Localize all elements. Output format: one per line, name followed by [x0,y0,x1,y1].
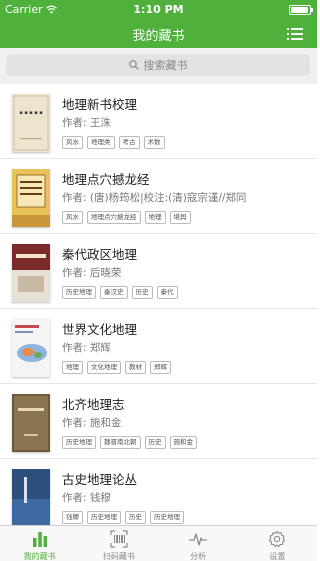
book-tag[interactable]: 文化地理 [87,361,121,374]
tab-settings[interactable]: 设置 [238,526,317,561]
page-title: 我的藏书 [132,29,185,44]
pulse-icon [189,533,208,546]
book-cover [12,319,50,377]
book-tag[interactable]: 秦代 [156,286,178,299]
book-tags: 风水 地理点穴撼龙经 地理 堪舆 [62,211,191,224]
book-author: 作者: (唐)杨筠松|校注:(清)寇宗谨//郑同 [62,192,247,204]
book-item[interactable]: 世界文化地理 作者: 郑辉 地理 文化地理 教材 郑辉 [0,309,317,384]
barcode-scan-icon [110,530,128,548]
book-tag[interactable]: 历史地理 [62,286,96,299]
tab-my-books[interactable]: 我的藏书 [0,526,79,561]
battery-level [291,7,308,13]
book-cover [12,169,50,227]
svg-text:▪ ▪ ▪ ▪ ▪: ▪ ▪ ▪ ▪ ▪ [19,110,42,116]
book-tag[interactable]: 钱穆 [62,511,83,524]
book-author: 作者: 后晓荣 [62,267,122,279]
book-tag[interactable]: 地理 [62,361,83,374]
book-tag[interactable]: 风水 [62,211,83,224]
book-tags: 历史地理 魏晋南北朝 历史 施和金 [62,436,197,449]
book-author: 作者: 钱穆 [62,492,111,504]
book-item[interactable]: 地理点穴撼龙经 作者: (唐)杨筠松|校注:(清)寇宗谨//郑同 风水 地理点穴… [0,159,317,234]
tab-label: 我的藏书 [23,552,56,561]
book-tag[interactable]: 历史地理 [62,436,96,449]
search-icon [128,60,139,70]
book-title: 古史地理论丛 [62,472,138,487]
book-tag[interactable]: 堪舆 [169,211,191,224]
book-tag[interactable]: 历史地理 [87,511,121,524]
status-time: 1:10 PM [133,3,184,16]
book-tag[interactable]: 术数 [143,136,165,149]
book-tag[interactable]: 风水 [62,136,83,149]
search-area: 搜索藏书 [0,48,317,84]
tab-scan-books[interactable]: 扫码藏书 [79,526,158,561]
tab-label: 设置 [269,552,286,561]
book-tag[interactable]: 郑辉 [150,361,171,374]
navigation-bar: 我的藏书 [0,20,317,48]
menu-list-icon [287,28,289,30]
list-menu-button[interactable] [287,28,303,40]
book-title: 北齐地理志 [62,397,125,412]
book-tag[interactable]: 教材 [125,361,146,374]
book-item[interactable]: 古史地理论丛 作者: 钱穆 钱穆 历史地理 历史 历史地理 [0,459,317,525]
battery-icon [289,5,313,15]
book-item[interactable]: ▪ ▪ ▪ ▪ ▪ 地理新书校理 作者: 王洙 风水 地理类 考古 术数 [0,84,317,159]
tab-analysis[interactable]: 分析 [159,526,238,561]
gear-icon [269,530,286,547]
search-placeholder: 搜索藏书 [143,59,188,72]
book-tag[interactable]: 秦汉史 [100,286,128,299]
book-title: 秦代政区地理 [62,247,138,262]
book-tags: 历史地理 秦汉史 历史 秦代 [62,286,178,299]
tab-bar: 我的藏书 扫码藏书 分析 设置 [0,525,317,561]
book-cover [12,394,50,452]
bar-chart-icon [32,532,47,547]
book-cover [12,244,50,302]
book-tags: 风水 地理类 考古 术数 [62,136,165,149]
book-tag[interactable]: 地理 [144,211,166,224]
book-tags: 地理 文化地理 教材 郑辉 [62,361,171,374]
book-cover: ▪ ▪ ▪ ▪ ▪ [12,94,50,152]
book-tag[interactable]: 地理类 [87,136,115,149]
book-item[interactable]: 北齐地理志 作者: 施和金 历史地理 魏晋南北朝 历史 施和金 [0,384,317,459]
tab-label: 分析 [190,552,207,561]
book-tag[interactable]: 历史 [125,511,146,524]
book-tag[interactable]: 历史 [144,436,166,449]
book-tag[interactable]: 考古 [118,136,140,149]
book-author: 作者: 郑辉 [62,342,111,354]
status-bar: Carrier 1:10 PM [0,0,317,20]
book-title: 地理点穴撼龙经 [62,172,150,187]
book-author: 作者: 施和金 [62,417,122,429]
book-tag[interactable]: 历史地理 [150,511,184,524]
book-item[interactable]: 秦代政区地理 作者: 后晓荣 历史地理 秦汉史 历史 秦代 [0,234,317,309]
tab-label: 扫码藏书 [102,552,135,561]
book-author: 作者: 王洙 [62,117,111,129]
book-cover [12,469,50,525]
book-tag[interactable]: 地理点穴撼龙经 [87,211,141,224]
book-tag[interactable]: 魏晋南北朝 [100,436,141,449]
book-tag[interactable]: 施和金 [169,436,197,449]
book-tag[interactable]: 历史 [131,286,153,299]
book-tags: 钱穆 历史地理 历史 历史地理 [62,511,184,524]
search-input[interactable]: 搜索藏书 [6,54,310,76]
book-title: 地理新书校理 [62,97,138,112]
book-list[interactable]: ▪ ▪ ▪ ▪ ▪ 地理新书校理 作者: 王洙 风水 地理类 考古 术数 地理点… [0,84,317,525]
book-title: 世界文化地理 [62,322,138,337]
